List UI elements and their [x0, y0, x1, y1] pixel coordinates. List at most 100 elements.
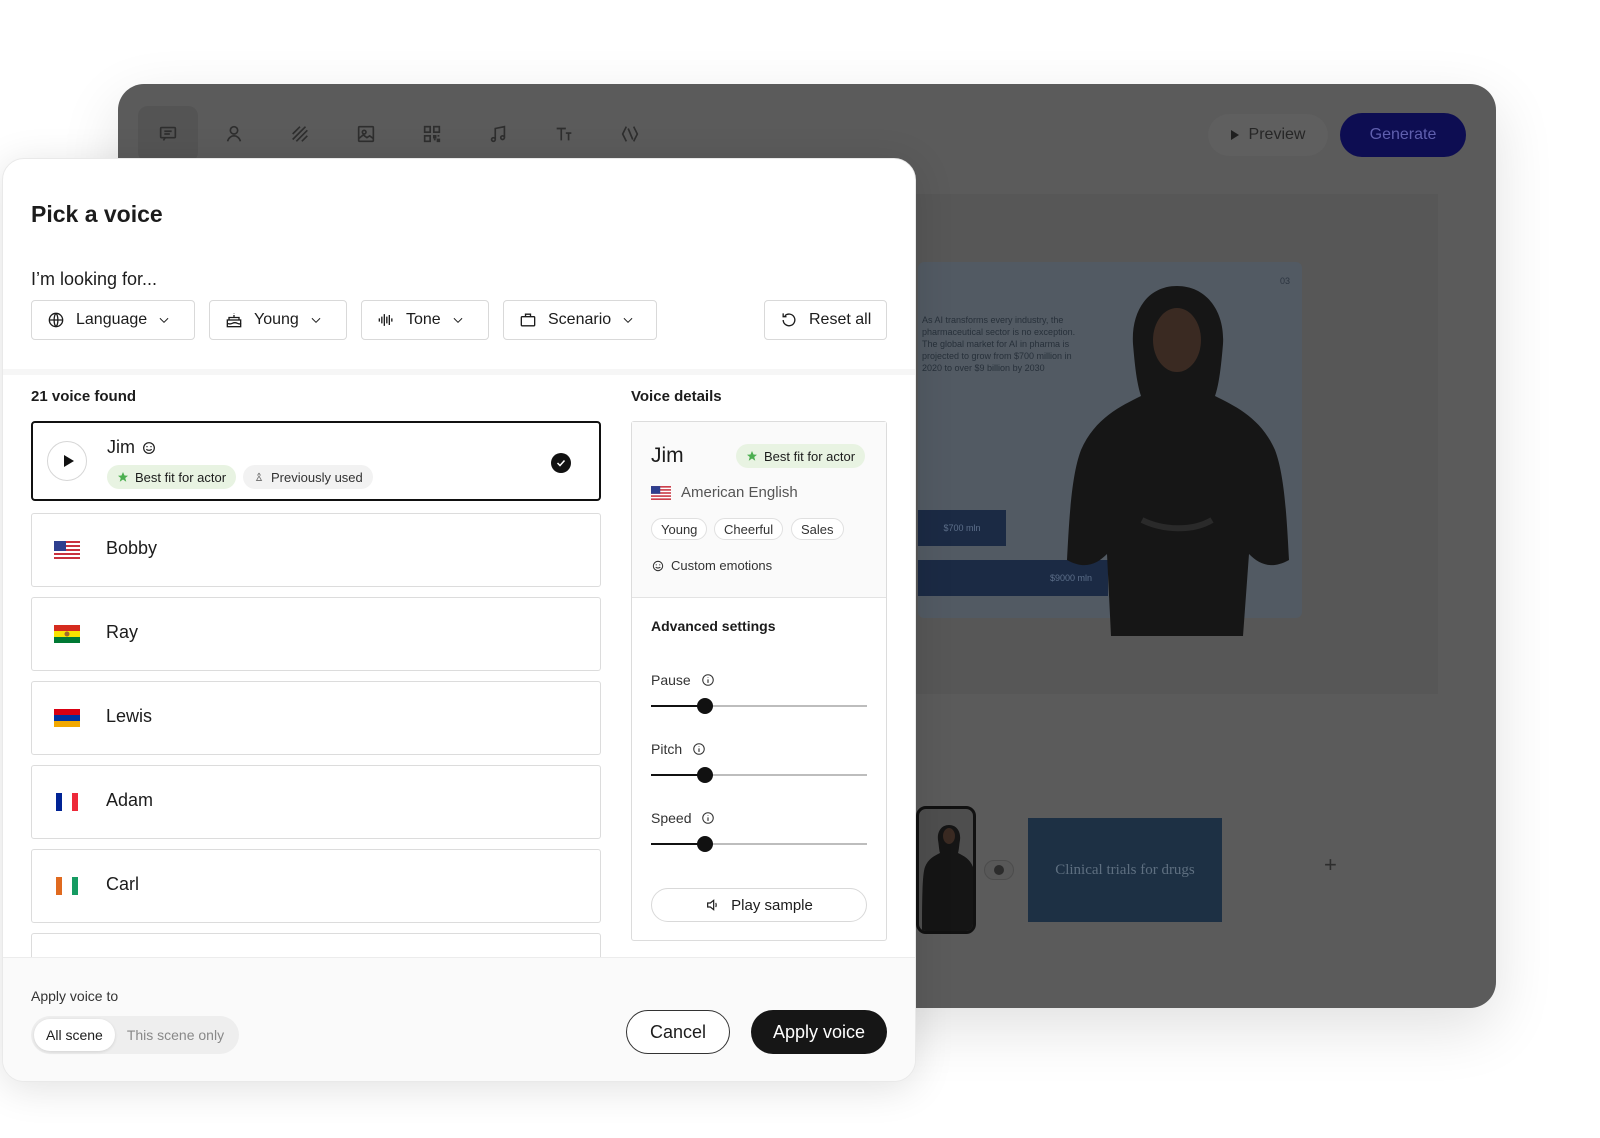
voice-item-lewis[interactable]: Lewis [31, 681, 601, 755]
voice-item-bobby[interactable]: Bobby [31, 513, 601, 587]
voice-name: Bobby [106, 538, 158, 558]
pattern-icon[interactable] [270, 106, 330, 162]
reset-icon [782, 313, 796, 327]
star-icon [118, 472, 128, 482]
tone-filter[interactable]: Tone [361, 300, 489, 340]
shape-icon[interactable] [600, 106, 660, 162]
qr-icon[interactable] [402, 106, 462, 162]
emotion-smile-icon [652, 560, 664, 571]
generate-button[interactable]: Generate [1340, 113, 1466, 157]
france-flag-icon [56, 793, 78, 811]
play-icon [1230, 130, 1239, 140]
cake-icon [226, 313, 242, 328]
voice-item-adam[interactable]: Adam [31, 765, 601, 839]
apply-voice-button[interactable]: Apply voice [751, 1010, 887, 1054]
apply-voice-to-label: Apply voice to [31, 988, 119, 1004]
voice-name-jim: Jim [107, 437, 157, 458]
voice-name: Ray [106, 622, 139, 642]
speed-slider[interactable] [651, 836, 867, 852]
voice-details-card: Jim Best fit for actor American English … [631, 421, 887, 941]
chat-icon[interactable] [138, 106, 198, 162]
voice-item-ray[interactable]: Ray [31, 597, 601, 671]
info-icon[interactable] [701, 811, 715, 825]
pitch-label-text: Pitch [651, 741, 683, 757]
pitch-slider-handle[interactable] [697, 767, 713, 783]
speaker-icon [707, 899, 717, 911]
selected-check-icon [551, 453, 571, 473]
speed-label-text: Speed [651, 810, 692, 826]
modal-footer: Apply voice to All scene This scene only… [3, 957, 915, 1081]
chevron-down-icon [159, 317, 169, 323]
this-scene-only-option[interactable]: This scene only [115, 1019, 236, 1051]
ireland-flag-icon [56, 877, 78, 895]
modal-title: Pick a voice [31, 201, 163, 227]
music-icon[interactable] [468, 106, 528, 162]
voice-list[interactable]: Jim Best fit for actor Previously used B… [31, 421, 603, 957]
person-icon[interactable] [204, 106, 264, 162]
best-fit-label: Best fit for actor [135, 469, 227, 485]
voice-details-summary: Jim Best fit for actor American English … [632, 422, 886, 598]
pause-slider[interactable] [651, 698, 867, 714]
pause-slider-handle[interactable] [697, 698, 713, 714]
pause-label: Pause [651, 672, 715, 688]
voice-item-jim[interactable]: Jim Best fit for actor Previously used [31, 421, 601, 501]
tag-young: Young [651, 518, 708, 540]
tone-filter-label: Tone [406, 311, 441, 328]
us-flag-icon [54, 541, 80, 559]
previously-used-label: Previously used [271, 469, 363, 485]
recycle-icon [255, 472, 263, 481]
voice-name: Carl [106, 874, 140, 894]
cancel-button[interactable]: Cancel [626, 1010, 730, 1054]
voice-item-carl[interactable]: Carl [31, 849, 601, 923]
advanced-settings-title: Advanced settings [651, 618, 776, 634]
age-filter-label: Young [254, 311, 299, 328]
voice-details-heading: Voice details [631, 388, 722, 405]
scene-card-clinical-trials[interactable]: Clinical trials for drugs [1028, 818, 1222, 922]
scenario-filter[interactable]: Scenario [503, 300, 657, 340]
us-flag-icon [651, 485, 671, 500]
tag-cheerful: Cheerful [714, 518, 784, 540]
apply-scope-toggle[interactable]: All scene This scene only [31, 1016, 240, 1054]
details-best-fit-badge: Best fit for actor [736, 444, 866, 468]
info-icon[interactable] [692, 742, 706, 756]
reset-all-label: Reset all [809, 311, 872, 328]
voice-name-text: Jim [107, 437, 135, 457]
play-sample-label: Play sample [731, 896, 813, 914]
chevron-down-icon [453, 317, 463, 323]
play-sample-button[interactable]: Play sample [651, 888, 867, 922]
details-language: American English [651, 484, 798, 501]
play-voice-button[interactable] [47, 441, 87, 481]
voice-item-partial[interactable] [31, 933, 601, 957]
details-language-label: American English [681, 484, 798, 501]
transition-icon[interactable] [984, 860, 1014, 880]
reset-all-button[interactable]: Reset all [764, 300, 887, 340]
custom-emotions-link[interactable]: Custom emotions [651, 558, 772, 573]
pause-label-text: Pause [651, 672, 691, 688]
text-icon[interactable] [534, 106, 594, 162]
section-divider [3, 369, 915, 375]
details-best-fit-label: Best fit for actor [764, 448, 856, 464]
age-filter[interactable]: Young [209, 300, 347, 340]
all-scene-option[interactable]: All scene [34, 1019, 115, 1051]
armenia-flag-icon [54, 709, 80, 727]
briefcase-icon [520, 313, 536, 327]
bolivia-flag-icon [54, 625, 80, 643]
scene-thumbnail-1[interactable] [916, 806, 976, 934]
slide-bar-2020: $700 mln [918, 510, 1006, 546]
tag-sales: Sales [791, 518, 844, 540]
voices-found-count: 21 voice found [31, 388, 137, 405]
scenario-filter-label: Scenario [548, 311, 612, 328]
image-icon[interactable] [336, 106, 396, 162]
play-icon [63, 455, 74, 467]
avatar-figure [1067, 286, 1289, 636]
pitch-slider[interactable] [651, 767, 867, 783]
add-scene-icon[interactable]: + [1324, 852, 1337, 878]
pick-voice-modal: Pick a voice I’m looking for... Language… [2, 158, 916, 1082]
speed-slider-handle[interactable] [697, 836, 713, 852]
custom-emotions-label: Custom emotions [671, 558, 773, 573]
previously-used-badge: Previously used [243, 465, 373, 489]
preview-button[interactable]: Preview [1208, 114, 1328, 156]
language-filter[interactable]: Language [31, 300, 195, 340]
emotion-smile-icon [143, 441, 155, 454]
info-icon[interactable] [701, 673, 715, 687]
